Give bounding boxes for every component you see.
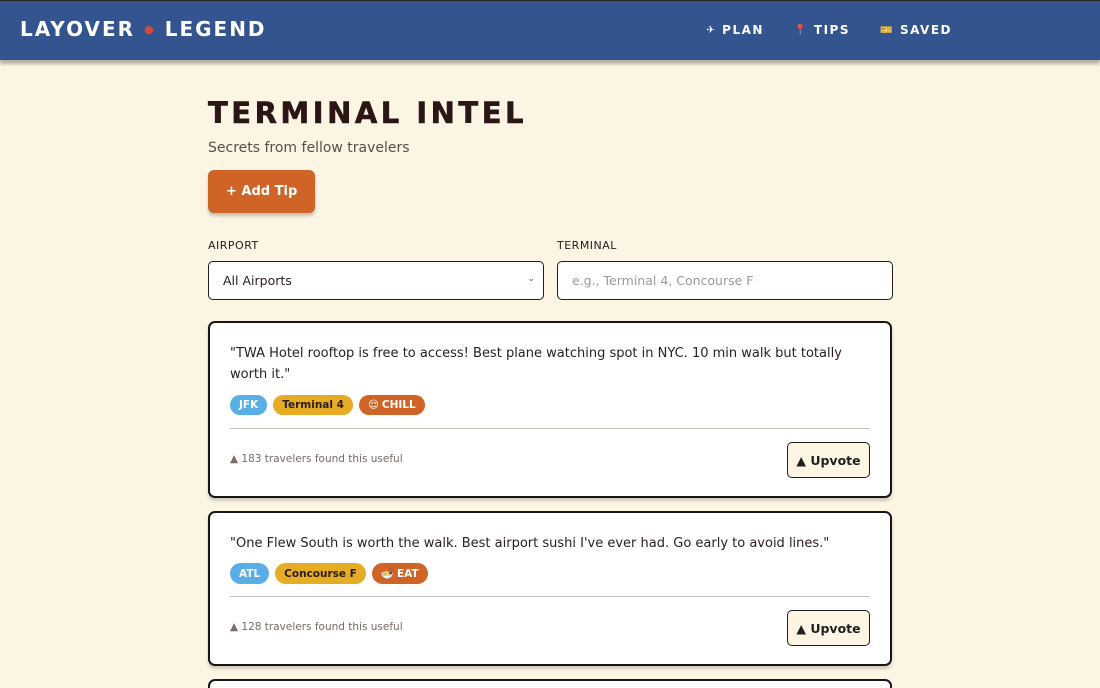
useful-count: ▲ 183 travelers found this useful [230,453,403,465]
brand-name-left: LAYOVER [20,17,136,41]
terminal-input[interactable] [557,261,893,300]
tip-tags: JFK Terminal 4 😌 CHILL [230,395,425,415]
nav-item-label: PLAN [722,23,764,37]
useful-count: ▲ 128 travelers found this useful [230,621,403,633]
tip-card [208,679,892,688]
add-tip-button[interactable]: + Add Tip [208,170,316,213]
nav-item-tips[interactable]: 📍 TIPS [794,23,850,37]
category-tag[interactable]: 😌 CHILL [358,395,425,415]
chevron-down-icon: ⌄ [527,274,535,284]
category-label: EAT [396,567,419,580]
chill-icon: 😌 [367,399,379,411]
tip-tags: ATL Concourse F 🍜 EAT [230,563,428,584]
page-title: TERMINAL INTEL [208,96,527,131]
page-subtitle: Secrets from fellow travelers [208,140,410,156]
airport-tag[interactable]: JFK [230,395,268,415]
airport-filter: AIRPORT All Airports ⌄ [208,239,544,300]
nav-item-saved[interactable]: 🎫 SAVED [880,23,952,37]
top-navbar: LAYOVER ● LEGEND ✈ PLAN 📍 TIPS 🎫 SAVED [0,0,1100,60]
tip-card: "TWA Hotel rooftop is free to access! Be… [208,321,892,498]
airport-select[interactable]: All Airports ⌄ [208,261,544,300]
terminal-tag[interactable]: Concourse F [275,563,366,584]
category-tag[interactable]: 🍜 EAT [371,563,428,584]
airport-filter-label: AIRPORT [208,239,259,252]
tip-text: "One Flew South is worth the walk. Best … [230,536,830,551]
terminal-tag[interactable]: Terminal 4 [273,395,353,415]
upvote-button[interactable]: ▲ Upvote [787,442,870,478]
brand-name-right: LEGEND [164,17,267,41]
main-nav: ✈ PLAN 📍 TIPS 🎫 SAVED [706,23,952,37]
category-label: CHILL [381,399,416,411]
tip-text: "TWA Hotel rooftop is free to access! Be… [230,346,842,382]
nav-item-label: SAVED [899,23,952,37]
nav-item-label: TIPS [813,23,850,37]
card-divider [230,596,870,597]
filter-bar: AIRPORT All Airports ⌄ TERMINAL [208,239,893,300]
tip-card: "One Flew South is worth the walk. Best … [208,511,892,666]
terminal-filter: TERMINAL [557,239,893,300]
airport-tag[interactable]: ATL [230,563,270,584]
main-content: TERMINAL INTEL Secrets from fellow trave… [208,96,893,300]
nav-item-plan[interactable]: ✈ PLAN [706,23,764,37]
terminal-filter-label: TERMINAL [557,239,617,252]
dot-icon: ● [144,22,156,36]
airport-select-value: All Airports [223,273,292,288]
plane-icon: ✈ [706,24,717,36]
pin-icon: 📍 [793,24,808,36]
ticket-icon: 🎫 [879,24,894,36]
brand-logo[interactable]: LAYOVER ● LEGEND [20,17,267,41]
card-divider [230,428,870,429]
noodle-bowl-icon: 🍜 [380,568,394,580]
upvote-button[interactable]: ▲ Upvote [787,610,870,646]
